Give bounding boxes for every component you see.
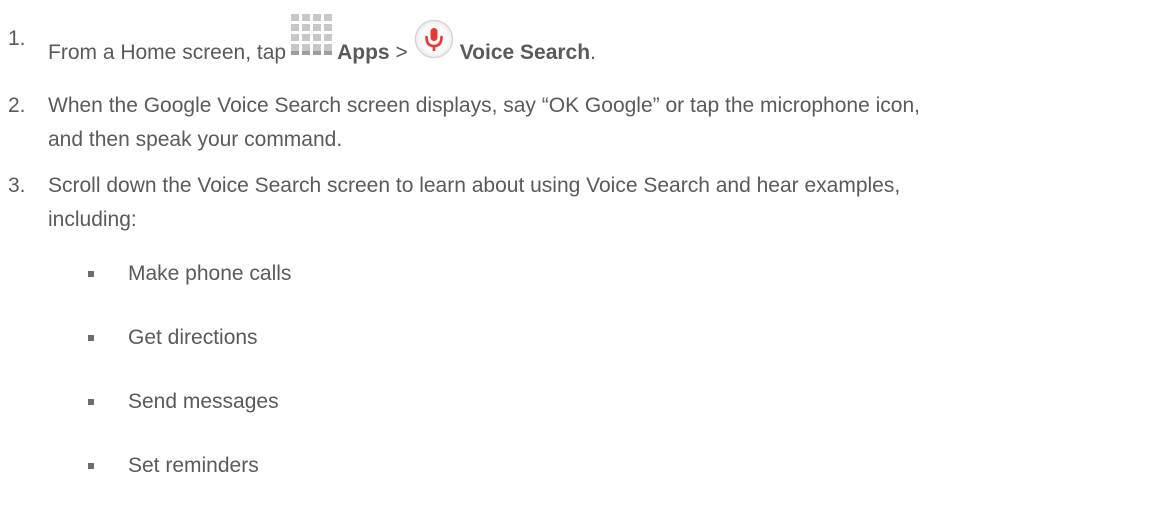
step-text-line-2: and then speak your command. <box>48 128 343 151</box>
apps-label: Apps <box>337 41 390 64</box>
step-text-lead: From a Home screen, tap <box>48 41 287 64</box>
separator: > <box>395 41 408 64</box>
voice-search-label: Voice Search <box>459 41 591 64</box>
step-text-line-1: When the Google Voice Search screen disp… <box>48 94 920 117</box>
microphone-icon <box>414 19 454 61</box>
apps-grid-icon <box>290 14 335 63</box>
list-item-label: Set reminders <box>128 454 259 477</box>
list-item-label: Make phone calls <box>128 262 292 285</box>
step-period: . <box>590 41 596 64</box>
step-text: From a Home screen, tap Apps > Voice Sea… <box>48 14 596 66</box>
list-item-label: Get directions <box>128 326 258 349</box>
bullet-icon <box>88 271 94 277</box>
bullet-icon <box>88 463 94 469</box>
list-item-label: Send messages <box>128 390 279 413</box>
step-number: 1. <box>8 27 26 50</box>
step-number: 2. <box>8 94 26 117</box>
bullet-icon <box>88 335 94 341</box>
step-number: 3. <box>8 174 26 197</box>
step-text-line-1: Scroll down the Voice Search screen to l… <box>48 174 901 197</box>
step-text-line-2: including: <box>48 208 137 231</box>
bullet-icon <box>88 399 94 405</box>
